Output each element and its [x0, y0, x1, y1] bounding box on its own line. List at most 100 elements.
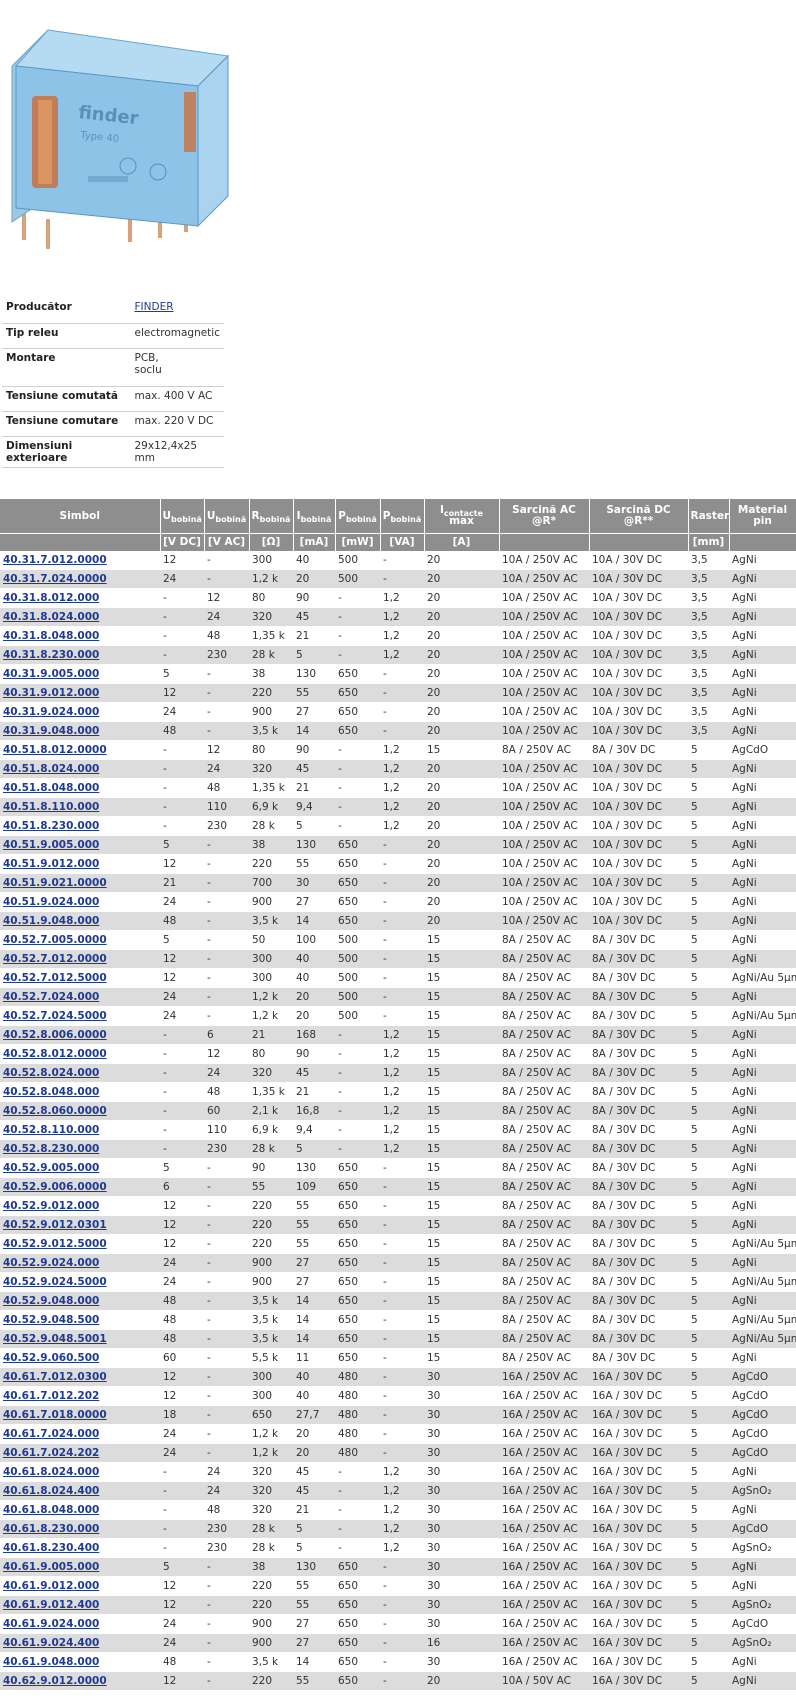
table-cell: 24 — [160, 1006, 204, 1026]
table-cell: 8A / 250V AC — [499, 930, 589, 950]
product-link[interactable]: 40.61.7.012.202 — [3, 1390, 99, 1402]
product-link[interactable]: 40.61.9.012.400 — [3, 1599, 99, 1611]
product-link[interactable]: 40.61.7.018.0000 — [3, 1409, 107, 1421]
table-cell: - — [204, 1329, 249, 1349]
table-cell: 30 — [424, 1367, 499, 1387]
table-cell: 8A / 30V DC — [589, 1253, 688, 1273]
table-cell: - — [204, 911, 249, 931]
producer-link[interactable]: FINDER — [135, 301, 174, 313]
table-cell: 8A / 30V DC — [589, 1310, 688, 1330]
product-link[interactable]: 40.52.9.012.5000 — [3, 1238, 107, 1250]
product-link[interactable]: 40.62.9.012.0000 — [3, 1675, 107, 1687]
table-cell: 1,2 k — [249, 1443, 293, 1463]
product-link[interactable]: 40.52.8.110.000 — [3, 1124, 99, 1136]
product-link[interactable]: 40.52.9.024.000 — [3, 1257, 99, 1269]
product-link[interactable]: 40.52.8.012.0000 — [3, 1048, 107, 1060]
table-cell: 5 — [688, 1633, 729, 1653]
product-link[interactable]: 40.61.7.024.202 — [3, 1447, 99, 1459]
product-link[interactable]: 40.61.9.024.400 — [3, 1637, 99, 1649]
product-link[interactable]: 40.51.8.230.000 — [3, 820, 99, 832]
cell-symbol: 40.61.8.024.400 — [0, 1481, 160, 1501]
table-cell: 12 — [204, 588, 249, 608]
table-cell: 38 — [249, 664, 293, 684]
product-link[interactable]: 40.31.7.012.0000 — [3, 554, 107, 566]
table-cell: 21 — [293, 1500, 335, 1520]
product-link[interactable]: 40.52.8.048.000 — [3, 1086, 99, 1098]
product-link[interactable]: 40.51.9.048.000 — [3, 915, 99, 927]
table-cell: AgNi — [729, 797, 796, 817]
product-link[interactable]: 40.51.8.024.000 — [3, 763, 99, 775]
table-row: 40.61.9.048.000 48-3,5 k 14 650-30 16A / 250… — [0, 1652, 796, 1672]
product-link[interactable]: 40.61.9.048.000 — [3, 1656, 99, 1668]
product-link[interactable]: 40.61.9.012.000 — [3, 1580, 99, 1592]
table-cell: AgNi — [729, 1082, 796, 1102]
table-cell: 650 — [335, 1310, 380, 1330]
product-link[interactable]: 40.61.8.230.000 — [3, 1523, 99, 1535]
product-link[interactable]: 40.61.9.005.000 — [3, 1561, 99, 1573]
product-link[interactable]: 40.51.9.012.000 — [3, 858, 99, 870]
product-link[interactable]: 40.51.9.021.0000 — [3, 877, 107, 889]
product-link[interactable]: 40.51.8.012.0000 — [3, 744, 107, 756]
product-link[interactable]: 40.31.9.024.000 — [3, 706, 99, 718]
product-link[interactable]: 40.31.8.012.000 — [3, 592, 99, 604]
product-link[interactable]: 40.51.8.110.000 — [3, 801, 99, 813]
product-link[interactable]: 40.52.9.006.0000 — [3, 1181, 107, 1193]
product-link[interactable]: 40.52.7.024.000 — [3, 991, 99, 1003]
table-cell: 5 — [688, 987, 729, 1007]
table-cell: AgNi — [729, 930, 796, 950]
table-cell: AgNi — [729, 607, 796, 627]
table-cell: 6,9 k — [249, 797, 293, 817]
product-link[interactable]: 40.52.9.048.5001 — [3, 1333, 107, 1345]
product-link[interactable]: 40.61.7.024.000 — [3, 1428, 99, 1440]
header-subscript: bobină — [345, 514, 377, 524]
table-cell: 10A / 30V DC — [589, 854, 688, 874]
product-link[interactable]: 40.51.8.048.000 — [3, 782, 99, 794]
table-cell: 5 — [688, 892, 729, 912]
table-cell: AgNi — [729, 854, 796, 874]
product-link[interactable]: 40.52.8.024.000 — [3, 1067, 99, 1079]
product-link[interactable]: 40.52.8.006.0000 — [3, 1029, 107, 1041]
product-link[interactable]: 40.61.8.024.400 — [3, 1485, 99, 1497]
table-cell: 8A / 250V AC — [499, 1139, 589, 1159]
product-link[interactable]: 40.61.8.048.000 — [3, 1504, 99, 1516]
table-cell: 5 — [688, 1348, 729, 1368]
product-link[interactable]: 40.51.9.005.000 — [3, 839, 99, 851]
table-cell: 40 — [293, 949, 335, 969]
product-link[interactable]: 40.52.8.230.000 — [3, 1143, 99, 1155]
product-link[interactable]: 40.52.7.005.0000 — [3, 934, 107, 946]
product-link[interactable]: 40.31.9.048.000 — [3, 725, 99, 737]
table-cell: 650 — [335, 1329, 380, 1349]
product-link[interactable]: 40.31.8.024.000 — [3, 611, 99, 623]
product-link[interactable]: 40.61.7.012.0300 — [3, 1371, 107, 1383]
table-row: 40.31.9.048.000 48-3,5 k 14 650-20 10A / 250… — [0, 721, 796, 741]
product-link[interactable]: 40.51.9.024.000 — [3, 896, 99, 908]
product-link[interactable]: 40.52.9.060.500 — [3, 1352, 99, 1364]
table-cell: 1,2 — [380, 588, 424, 608]
product-link[interactable]: 40.52.8.060.0000 — [3, 1105, 107, 1117]
product-link[interactable]: 40.31.9.012.000 — [3, 687, 99, 699]
table-cell: 5 — [293, 1538, 335, 1558]
product-link[interactable]: 40.31.8.230.000 — [3, 649, 99, 661]
product-link[interactable]: 40.31.7.024.0000 — [3, 573, 107, 585]
product-link[interactable]: 40.31.8.048.000 — [3, 630, 99, 642]
table-cell: AgNi — [729, 683, 796, 703]
product-link[interactable]: 40.52.9.005.000 — [3, 1162, 99, 1174]
product-link[interactable]: 40.52.9.012.000 — [3, 1200, 99, 1212]
product-link[interactable]: 40.52.9.012.0301 — [3, 1219, 107, 1231]
product-link[interactable]: 40.52.9.048.500 — [3, 1314, 99, 1326]
table-cell: - — [160, 1120, 204, 1140]
product-link[interactable]: 40.61.8.230.400 — [3, 1542, 99, 1554]
product-link[interactable]: 40.31.9.005.000 — [3, 668, 99, 680]
product-link[interactable]: 40.52.7.012.5000 — [3, 972, 107, 984]
table-cell: 27 — [293, 1272, 335, 1292]
product-link[interactable]: 40.61.8.024.000 — [3, 1466, 99, 1478]
product-link[interactable]: 40.52.7.012.0000 — [3, 953, 107, 965]
product-link[interactable]: 40.52.7.024.5000 — [3, 1010, 107, 1022]
product-link[interactable]: 40.61.9.024.000 — [3, 1618, 99, 1630]
table-cell: AgNi — [729, 1120, 796, 1140]
product-link[interactable]: 40.52.9.024.5000 — [3, 1276, 107, 1288]
table-cell: - — [335, 1500, 380, 1520]
product-link[interactable]: 40.52.9.048.000 — [3, 1295, 99, 1307]
table-cell: 300 — [249, 1367, 293, 1387]
cell-symbol: 40.51.8.024.000 — [0, 759, 160, 779]
